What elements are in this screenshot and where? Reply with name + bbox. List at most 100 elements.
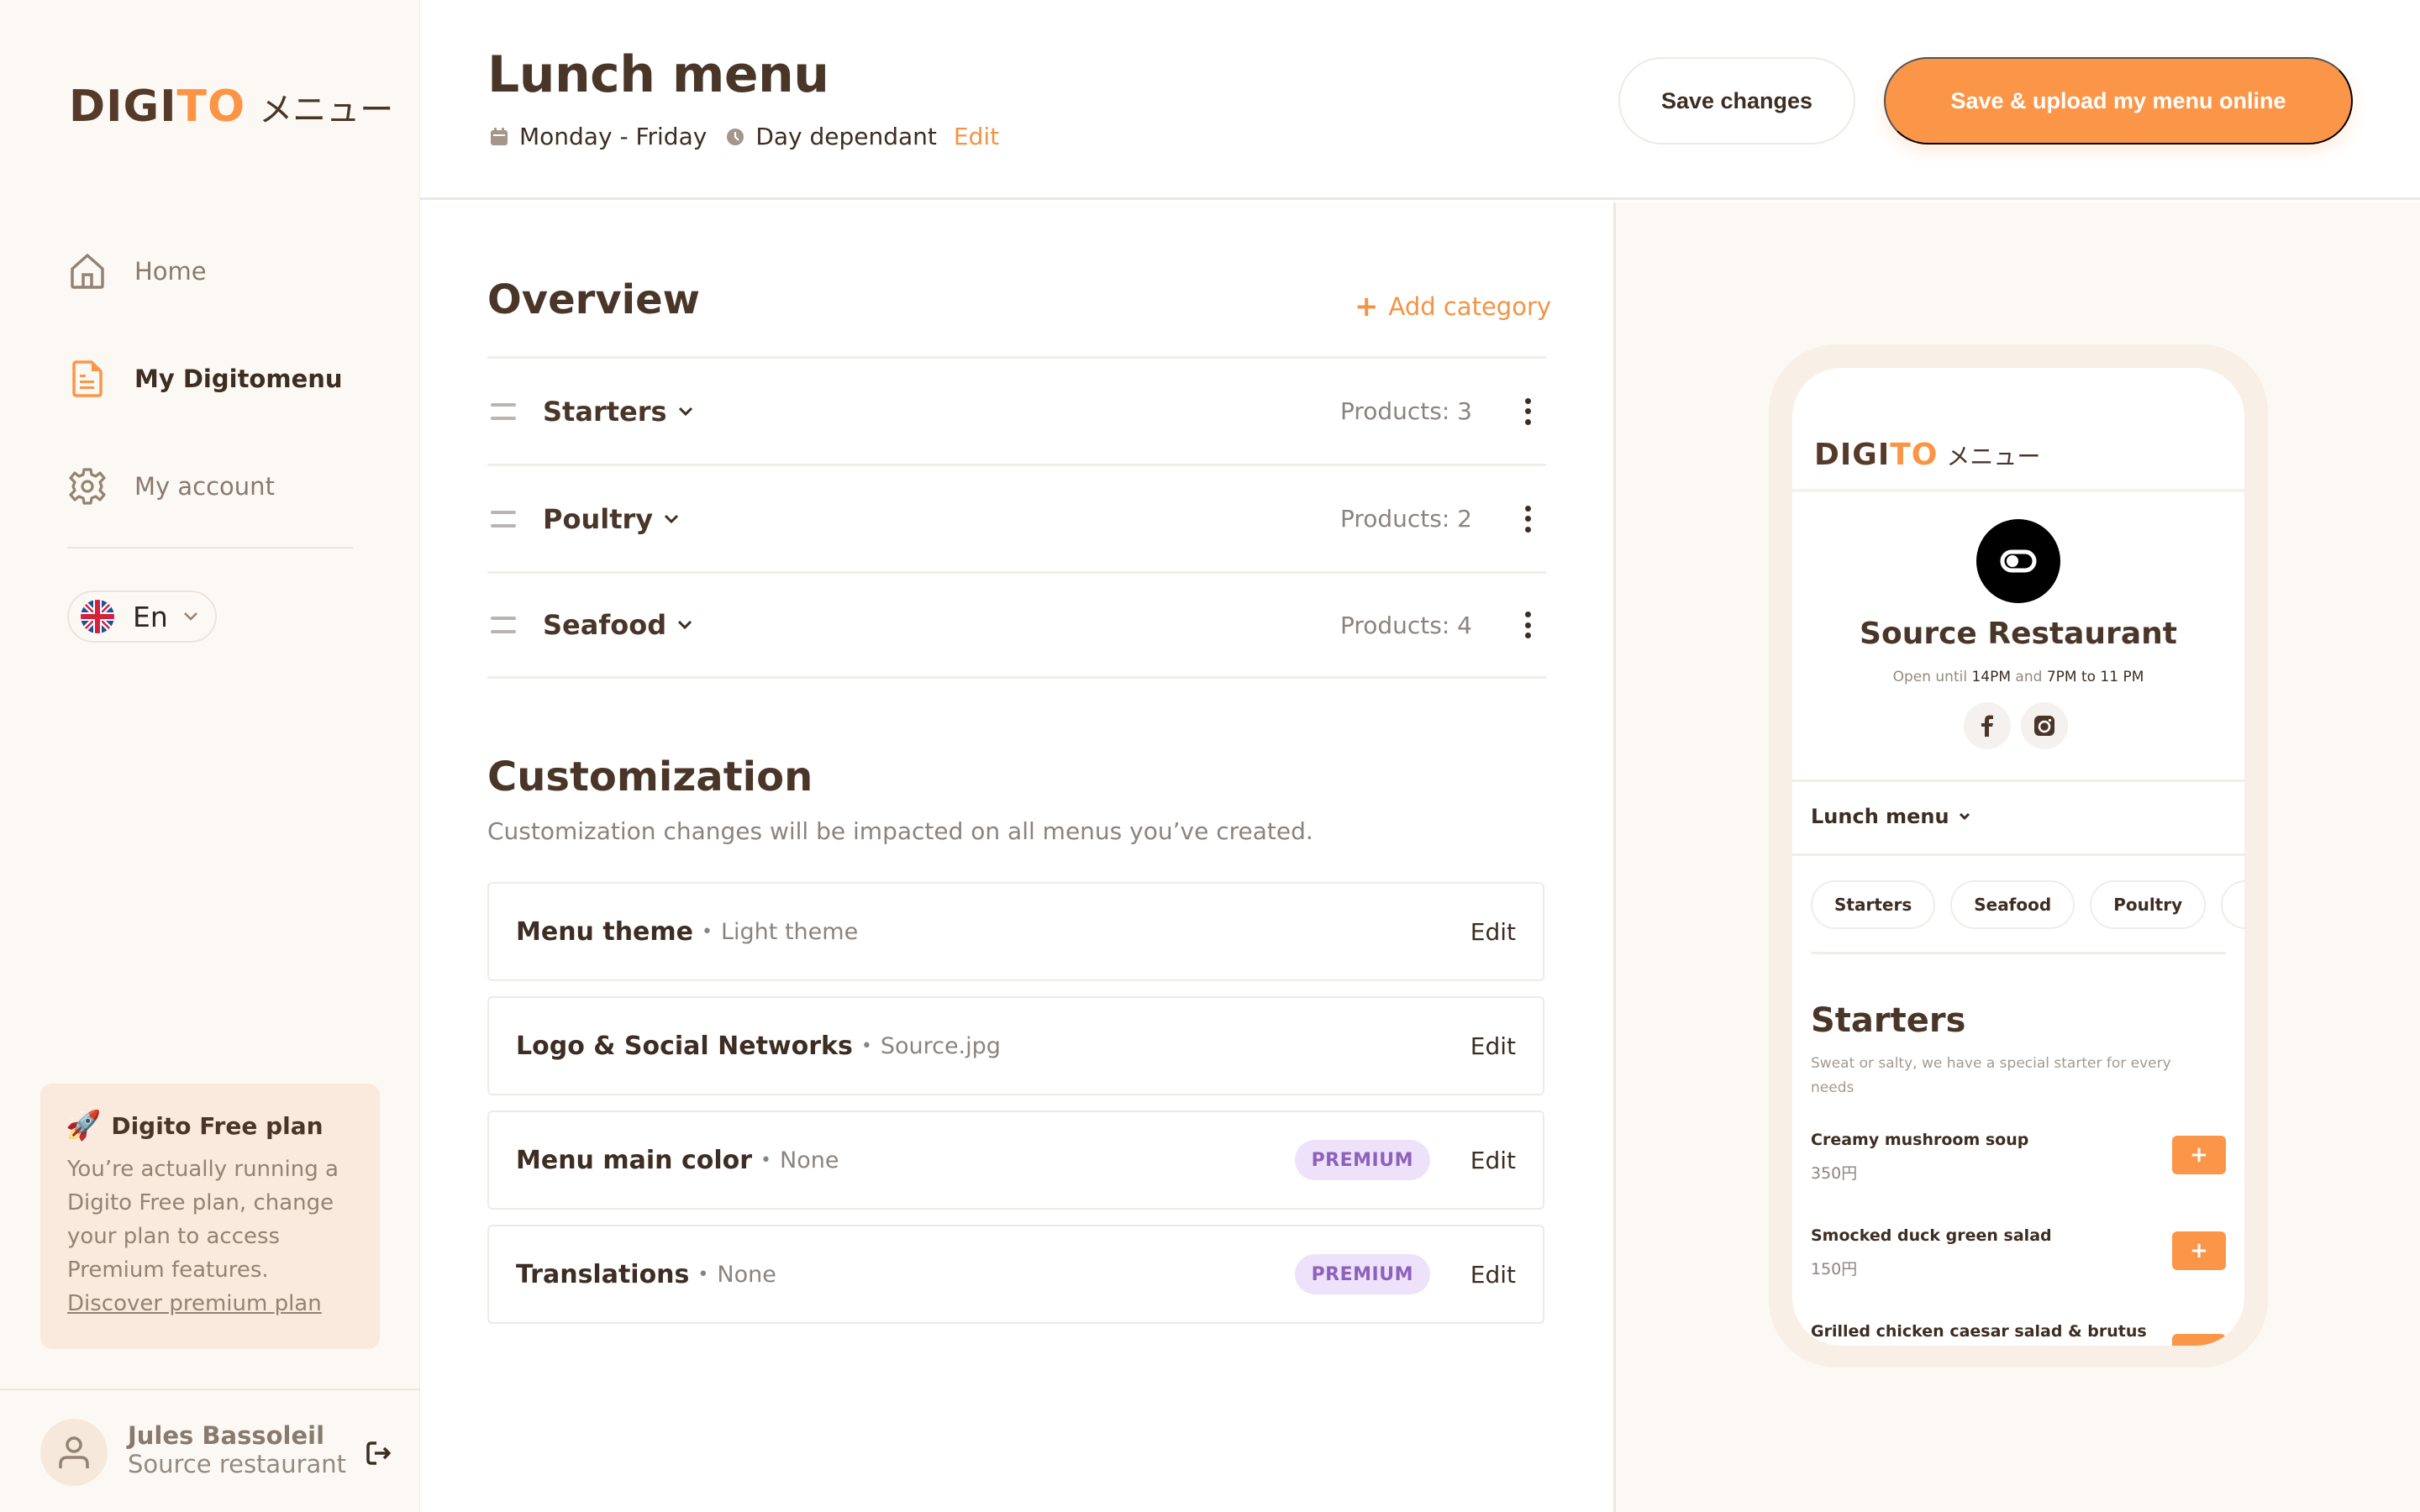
customization-item-logo-social: Logo & Social Networks • Source.jpg Edit	[487, 996, 1544, 1095]
category-toggle[interactable]: Seafood	[543, 609, 693, 641]
divider	[1811, 952, 2226, 954]
calendar-icon	[491, 127, 508, 145]
chip-starters[interactable]: Starters	[1811, 880, 1936, 929]
drag-handle-icon[interactable]	[491, 510, 516, 528]
chip-poultry[interactable]: Poultry	[2090, 880, 2207, 929]
menu-selector[interactable]: Lunch menu	[1811, 805, 1971, 828]
chevron-down-icon	[183, 609, 198, 625]
logout-button[interactable]	[363, 1438, 393, 1468]
plus-icon: +	[1355, 290, 1379, 323]
clock-icon	[727, 128, 744, 145]
customization-item-value: Source.jpg	[880, 1032, 1001, 1059]
divider	[1792, 853, 2244, 856]
category-chips: Starters Seafood Poultry Po	[1811, 880, 2244, 929]
customization-item-value: None	[717, 1261, 776, 1288]
sidebar: DIGITO メニュー Home My Digitomenu My accoun…	[0, 0, 420, 1512]
customization-description: Customization changes will be impacted o…	[487, 817, 1313, 845]
more-options-icon[interactable]	[1518, 395, 1538, 428]
restaurant-name: Source Restaurant	[1860, 617, 2177, 651]
sidebar-item-my-account[interactable]: My account	[66, 461, 275, 512]
add-category-label: Add category	[1388, 292, 1552, 321]
language-selector[interactable]: En	[67, 591, 217, 643]
divider	[1792, 780, 2244, 782]
customization-item-name: Logo & Social Networks	[516, 1031, 853, 1061]
edit-button[interactable]: Edit	[1470, 1032, 1516, 1060]
sidebar-item-my-digitomenu[interactable]: My Digitomenu	[66, 354, 343, 404]
customization-item-value: None	[780, 1147, 839, 1173]
edit-button[interactable]: Edit	[1470, 1261, 1516, 1289]
restaurant-logo	[1976, 519, 2060, 603]
logo-wordmark: DIGI	[69, 81, 177, 132]
edit-button[interactable]: Edit	[1470, 918, 1516, 946]
category-list: Starters Products: 3 Poultry Products: 2…	[487, 356, 1546, 679]
more-options-icon[interactable]	[1518, 502, 1538, 536]
save-changes-button[interactable]: Save changes	[1618, 57, 1855, 144]
category-row: Seafood Products: 4	[487, 571, 1546, 679]
drag-handle-icon[interactable]	[491, 617, 516, 633]
language-label: En	[133, 600, 168, 633]
chevron-down-icon	[678, 620, 692, 630]
separator: •	[697, 1263, 709, 1285]
hours-second: 7PM to 11 PM	[2046, 669, 2144, 685]
add-item-button[interactable]: +	[2172, 1334, 2226, 1346]
sidebar-item-home[interactable]: Home	[66, 246, 207, 297]
category-row: Poultry Products: 2	[487, 464, 1546, 571]
add-category-button[interactable]: + Add category	[1355, 290, 1551, 323]
digito-logo[interactable]: DIGITO メニュー	[69, 82, 393, 131]
page-title: Lunch menu	[487, 45, 829, 104]
category-toggle[interactable]: Poultry	[543, 503, 680, 535]
category-toggle[interactable]: Starters	[543, 396, 694, 428]
preview-category-description: Sweat or salty, we have a special starte…	[1811, 1055, 2171, 1096]
menu-item-price: 150円	[1811, 1260, 1858, 1278]
main-content: Overview + Add category Starters Product…	[420, 202, 1613, 1512]
chevron-down-icon	[665, 514, 679, 523]
customization-item-menu-theme: Menu theme • Light theme Edit	[487, 882, 1544, 981]
menu-item: Creamy mushroom soup 350円 +	[1811, 1131, 2226, 1184]
add-item-button[interactable]: +	[2172, 1136, 2226, 1174]
category-product-count: Products: 3	[1339, 397, 1472, 425]
preview-category-title: Starters	[1811, 1001, 1966, 1040]
menu-item: Smocked duck green salad 150円 +	[1811, 1226, 2226, 1279]
phone-screen[interactable]: DIGITO メニュー Source Restaurant Open until…	[1792, 368, 2244, 1346]
more-options-icon[interactable]	[1518, 608, 1538, 642]
chevron-down-icon	[678, 407, 692, 416]
chip-seafood[interactable]: Seafood	[1950, 880, 2075, 929]
hours-first: 14PM	[1971, 669, 2012, 685]
plan-card: 🚀 Digito Free plan You’re actually runni…	[40, 1084, 380, 1349]
logout-icon	[366, 1441, 391, 1465]
save-upload-button[interactable]: Save & upload my menu online	[1884, 57, 2353, 144]
menu-item-name: Creamy mushroom soup	[1811, 1131, 2029, 1149]
document-icon	[66, 357, 109, 401]
facebook-button[interactable]	[1964, 702, 2011, 749]
menu-schedule: Monday - Friday Day dependant Edit	[489, 123, 999, 150]
customization-list: Menu theme • Light theme Edit Logo & Soc…	[487, 882, 1544, 1339]
avatar[interactable]	[40, 1419, 108, 1486]
customization-item-main-color: Menu main color • None PREMIUM Edit	[487, 1110, 1544, 1210]
menu-item: Grilled chicken caesar salad & brutus +	[1811, 1322, 2226, 1346]
premium-badge: PREMIUM	[1294, 1140, 1430, 1180]
premium-badge: PREMIUM	[1294, 1254, 1430, 1294]
sidebar-bottom-divider	[0, 1389, 420, 1390]
facebook-icon	[1981, 715, 1993, 737]
instagram-button[interactable]	[2021, 702, 2068, 749]
hours-prefix: Open until	[1892, 669, 1972, 685]
gear-icon	[66, 465, 109, 508]
plus-icon: +	[2190, 1238, 2208, 1263]
sidebar-divider	[67, 547, 353, 549]
discover-premium-link[interactable]: Discover premium plan	[66, 1287, 353, 1320]
edit-schedule-link[interactable]: Edit	[954, 123, 999, 150]
add-item-button[interactable]: +	[2172, 1231, 2226, 1270]
preview-logo: DIGITO メニュー	[1814, 438, 2040, 472]
category-product-count: Products: 2	[1339, 505, 1472, 533]
logo-jp-text: メニュー	[1946, 443, 2041, 470]
drag-handle-icon[interactable]	[491, 402, 516, 420]
preview-header: DIGITO メニュー	[1792, 368, 2244, 492]
chip-truncated[interactable]: Po	[2221, 880, 2244, 929]
logo-jp-text: メニュー	[259, 91, 394, 129]
edit-button[interactable]: Edit	[1470, 1147, 1516, 1174]
social-links	[1964, 702, 2068, 749]
logo-wordmark-accent: TO	[1890, 438, 1939, 472]
category-name: Seafood	[543, 609, 667, 641]
category-name: Poultry	[543, 502, 654, 535]
separator: •	[702, 921, 713, 942]
